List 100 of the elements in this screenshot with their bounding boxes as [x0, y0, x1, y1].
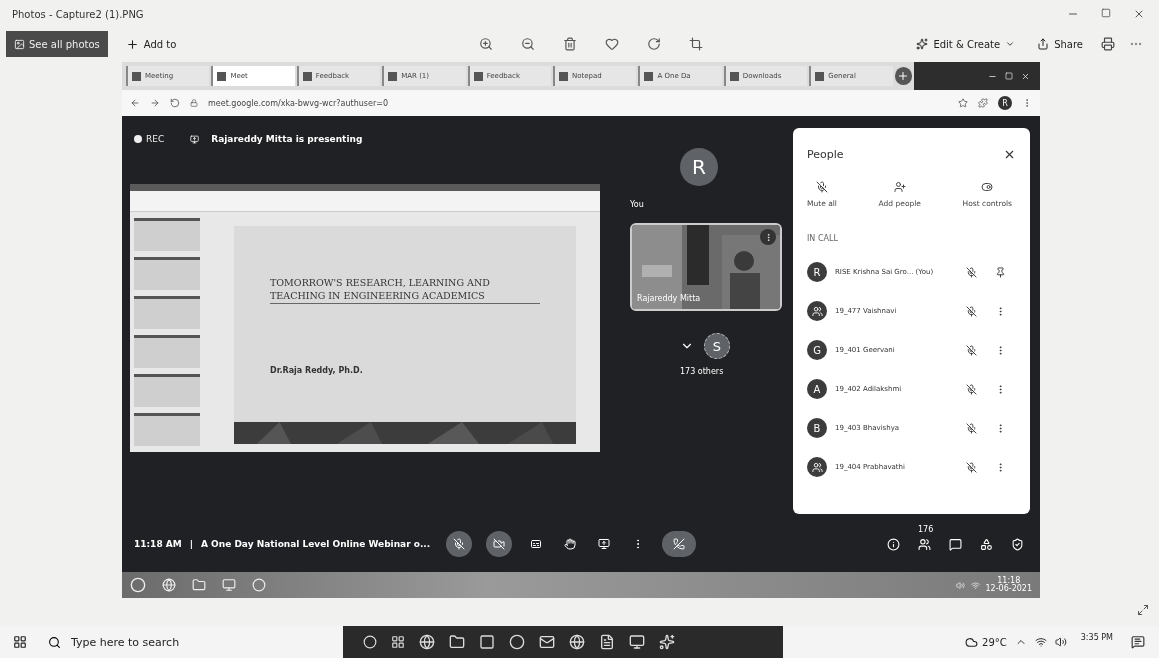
participant-avatar: B: [807, 418, 827, 438]
print-icon[interactable]: [1101, 37, 1115, 51]
slide-thumbnail[interactable]: [134, 374, 200, 407]
slide-thumbnail[interactable]: [134, 335, 200, 368]
forward-icon[interactable]: [150, 98, 160, 108]
separator-text: |: [189, 539, 193, 549]
participant-count: 176: [918, 524, 934, 534]
slide-author: Dr.Raja Reddy, Ph.D.: [270, 365, 364, 375]
toggle-icon: [981, 181, 994, 193]
close-button[interactable]: [1003, 148, 1016, 161]
lock-icon: [190, 99, 198, 107]
new-tab-button[interactable]: [894, 67, 913, 85]
rotate-icon[interactable]: [647, 37, 662, 51]
mic-off-button[interactable]: [446, 531, 473, 557]
mic-off-icon[interactable]: [966, 383, 977, 395]
participant-avatar: G: [807, 340, 827, 360]
mic-off-icon[interactable]: [966, 461, 977, 473]
reload-icon[interactable]: [170, 98, 180, 108]
maximize-icon[interactable]: [1101, 8, 1111, 18]
meeting-time: 11:18 AM: [134, 539, 182, 549]
hand-icon: [564, 538, 577, 550]
mail-icon[interactable]: [539, 634, 555, 650]
folder-icon[interactable]: [192, 578, 206, 592]
plus-icon: [897, 70, 910, 82]
back-icon[interactable]: [130, 98, 140, 108]
info-icon[interactable]: [887, 537, 900, 551]
photo-icon: [14, 38, 25, 50]
participant-avatar: S: [704, 333, 730, 359]
hang-up-button[interactable]: [662, 531, 697, 557]
clock-date: 12-06-2021: [985, 585, 1032, 593]
mic-off-icon[interactable]: [966, 344, 977, 356]
plus-icon: [125, 37, 139, 51]
document-icon[interactable]: [599, 634, 615, 650]
close-icon[interactable]: [1021, 71, 1030, 81]
cloud-icon: [965, 635, 979, 649]
search-field[interactable]: Type here to search: [69, 634, 273, 650]
slide-thumbnail[interactable]: [134, 413, 200, 446]
user-avatar: R: [680, 148, 718, 186]
windows-icon: [13, 635, 27, 649]
mic-off-icon[interactable]: [966, 305, 977, 317]
meeting-title: A One Day National Level Online Webinar o...: [201, 539, 431, 549]
mic-off-icon: [815, 181, 828, 193]
share-button[interactable]: Share: [1033, 36, 1087, 52]
panel-title: People: [807, 148, 844, 161]
zoom-out-icon[interactable]: [521, 37, 536, 51]
hang-up-icon: [673, 538, 686, 550]
see-all-photos-button[interactable]: See all photos: [6, 31, 108, 57]
heart-icon[interactable]: [605, 37, 620, 51]
shield-icon[interactable]: [1011, 537, 1024, 551]
sparkle-icon: [916, 38, 929, 50]
present-icon: [598, 538, 611, 550]
edge-icon[interactable]: [419, 634, 435, 650]
profile-avatar[interactable]: R: [998, 96, 1012, 110]
window-title: Photos - Capture2 (1).PNG: [12, 8, 144, 20]
start-icon[interactable]: [130, 577, 146, 593]
slide-thumbnail[interactable]: [134, 218, 200, 251]
share-icon: [1037, 38, 1050, 50]
pin-icon[interactable]: [995, 266, 1006, 278]
others-count: 173 others: [680, 367, 724, 376]
shapes-icon[interactable]: [980, 537, 993, 551]
participant-avatar: A: [807, 379, 827, 399]
participant-avatar: R: [807, 262, 827, 282]
people-icon[interactable]: [918, 537, 931, 551]
camera-off-button[interactable]: [486, 531, 513, 557]
close-icon[interactable]: [1133, 8, 1145, 20]
clock-time: 11:18: [997, 577, 1021, 585]
mic-off-icon[interactable]: [966, 422, 977, 434]
network-icon[interactable]: [1034, 636, 1047, 648]
slide-thumbnail[interactable]: [134, 296, 200, 329]
record-dot-icon: [134, 135, 142, 143]
zoom-in-icon[interactable]: [479, 37, 494, 51]
taskbar-clock[interactable]: 3:35 PM: [1080, 632, 1113, 642]
extension-icon[interactable]: [978, 98, 988, 108]
star-icon[interactable]: [958, 98, 968, 108]
slide-thumbnail[interactable]: [134, 257, 200, 290]
chevron-icon: [1005, 39, 1016, 49]
task-view-icon[interactable]: [391, 635, 405, 649]
add-person-icon: [893, 181, 906, 193]
delete-icon[interactable]: [563, 37, 578, 51]
presenting-label: Rajareddy Mitta is presenting: [190, 134, 363, 144]
add-to-button[interactable]: Add to: [121, 35, 181, 53]
address-field[interactable]: meet.google.com/xka-bwvg-wcr?authuser=0: [208, 98, 948, 108]
camera-off-icon: [493, 538, 506, 550]
file-explorer-icon[interactable]: [449, 634, 465, 650]
notification-icon[interactable]: [1131, 635, 1145, 649]
monitor-icon[interactable]: [629, 634, 645, 650]
recording-label: REC: [134, 134, 165, 144]
video-tile[interactable]: Rajareddy Mitta: [630, 223, 782, 311]
edit-create-button[interactable]: Edit & Create: [912, 36, 1020, 52]
weather-label[interactable]: 29°C: [965, 635, 1007, 649]
chat-icon[interactable]: [949, 537, 962, 551]
you-label: You: [630, 200, 644, 209]
crop-icon[interactable]: [689, 37, 704, 51]
present-icon: [190, 134, 200, 144]
slide-title: TOMORROW'S RESEARCH, LEARNING AND TEACHING IN ENGINEERING ACADEMICS: [270, 276, 540, 304]
mic-off-icon[interactable]: [966, 266, 977, 278]
expand-icon[interactable]: [1137, 604, 1149, 616]
close-icon: [1003, 148, 1016, 161]
mic-off-icon: [453, 538, 466, 550]
volume-icon[interactable]: [1054, 636, 1067, 648]
